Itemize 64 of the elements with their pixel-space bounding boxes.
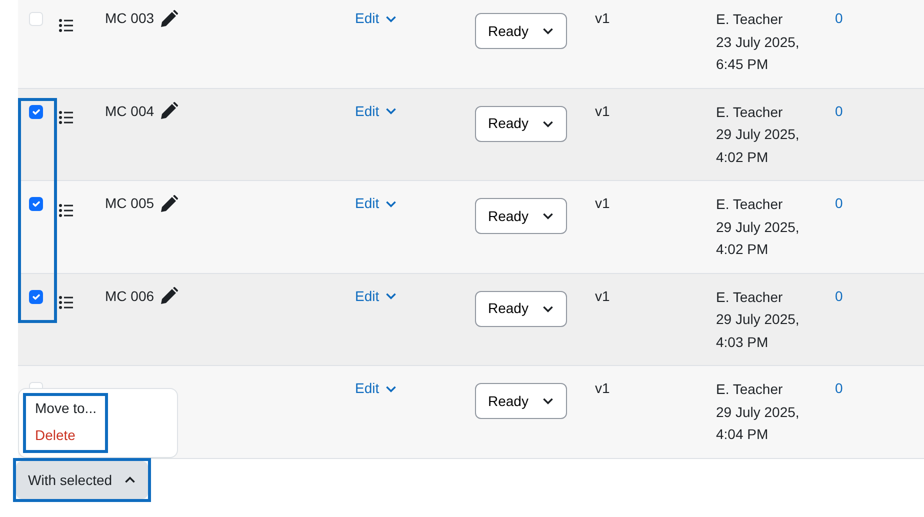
- usage-count-link[interactable]: 0: [835, 380, 843, 396]
- modified-time: 6:45 PM: [716, 55, 770, 74]
- question-name: MC 006: [105, 286, 154, 306]
- caret-icon: [385, 198, 398, 208]
- question-name: MC 004: [105, 102, 154, 120]
- usage-count-link[interactable]: 0: [835, 102, 843, 118]
- menu-item[interactable]: Move to...: [26, 396, 106, 423]
- caret-icon: [542, 211, 554, 221]
- modified-date: 29 July 2025,: [716, 402, 800, 422]
- version-text: v1: [595, 10, 610, 26]
- caret-icon: [124, 475, 136, 485]
- modified-date: 29 July 2025,: [716, 310, 800, 329]
- author-name: E. Teacher: [716, 102, 784, 122]
- modified-time: 4:02 PM: [716, 240, 770, 259]
- edit-menu-link[interactable]: Edit: [355, 8, 398, 29]
- author-name: E. Teacher: [716, 288, 784, 306]
- row-checkbox[interactable]: [29, 197, 43, 211]
- caret-icon: [385, 106, 398, 116]
- usage-count-link[interactable]: 0: [835, 288, 843, 304]
- pencil-icon[interactable]: [160, 287, 178, 305]
- pencil-icon[interactable]: [160, 10, 178, 28]
- version-text: v1: [595, 102, 610, 118]
- edit-menu-link[interactable]: Edit: [355, 378, 398, 399]
- author-name: E. Teacher: [716, 380, 784, 399]
- caret-icon: [385, 14, 398, 24]
- list-icon[interactable]: [59, 111, 73, 124]
- caret-icon: [542, 118, 554, 128]
- status-select[interactable]: Ready: [475, 383, 568, 419]
- status-select[interactable]: Ready: [475, 290, 568, 326]
- version-text: v1: [595, 380, 610, 396]
- modified-time: 4:03 PM: [716, 332, 770, 352]
- list-icon[interactable]: [59, 18, 73, 32]
- caret-icon: [385, 384, 398, 394]
- version-text: v1: [595, 288, 610, 304]
- author-name: E. Teacher: [716, 10, 784, 29]
- list-icon[interactable]: [59, 204, 73, 217]
- modified-date: 23 July 2025,: [716, 32, 800, 52]
- pencil-icon[interactable]: [160, 102, 178, 120]
- usage-count-link[interactable]: 0: [835, 10, 843, 26]
- menu-item[interactable]: Delete: [26, 423, 106, 450]
- caret-icon: [385, 291, 398, 301]
- row-checkbox[interactable]: [29, 104, 43, 118]
- with-selected-button[interactable]: With selected: [16, 461, 148, 499]
- question-name: MC 005: [105, 194, 154, 213]
- edit-menu-link[interactable]: Edit: [355, 100, 398, 122]
- status-select[interactable]: Ready: [475, 106, 568, 142]
- author-name: E. Teacher: [716, 195, 784, 214]
- question-name: MC 003: [105, 9, 154, 28]
- modified-time: 4:02 PM: [716, 148, 770, 166]
- status-select[interactable]: Ready: [475, 198, 568, 234]
- usage-count-link[interactable]: 0: [835, 195, 843, 211]
- modified-time: 4:04 PM: [716, 425, 770, 444]
- caret-icon: [542, 26, 554, 36]
- status-select[interactable]: Ready: [475, 13, 568, 49]
- version-text: v1: [595, 195, 610, 211]
- edit-menu-link[interactable]: Edit: [355, 286, 398, 306]
- row-checkbox[interactable]: [29, 290, 43, 304]
- caret-icon: [542, 304, 554, 314]
- modified-date: 29 July 2025,: [716, 218, 800, 237]
- list-icon[interactable]: [59, 296, 73, 310]
- modified-date: 29 July 2025,: [716, 125, 800, 144]
- edit-menu-link[interactable]: Edit: [355, 193, 398, 214]
- pencil-icon[interactable]: [160, 194, 178, 212]
- caret-icon: [542, 396, 554, 406]
